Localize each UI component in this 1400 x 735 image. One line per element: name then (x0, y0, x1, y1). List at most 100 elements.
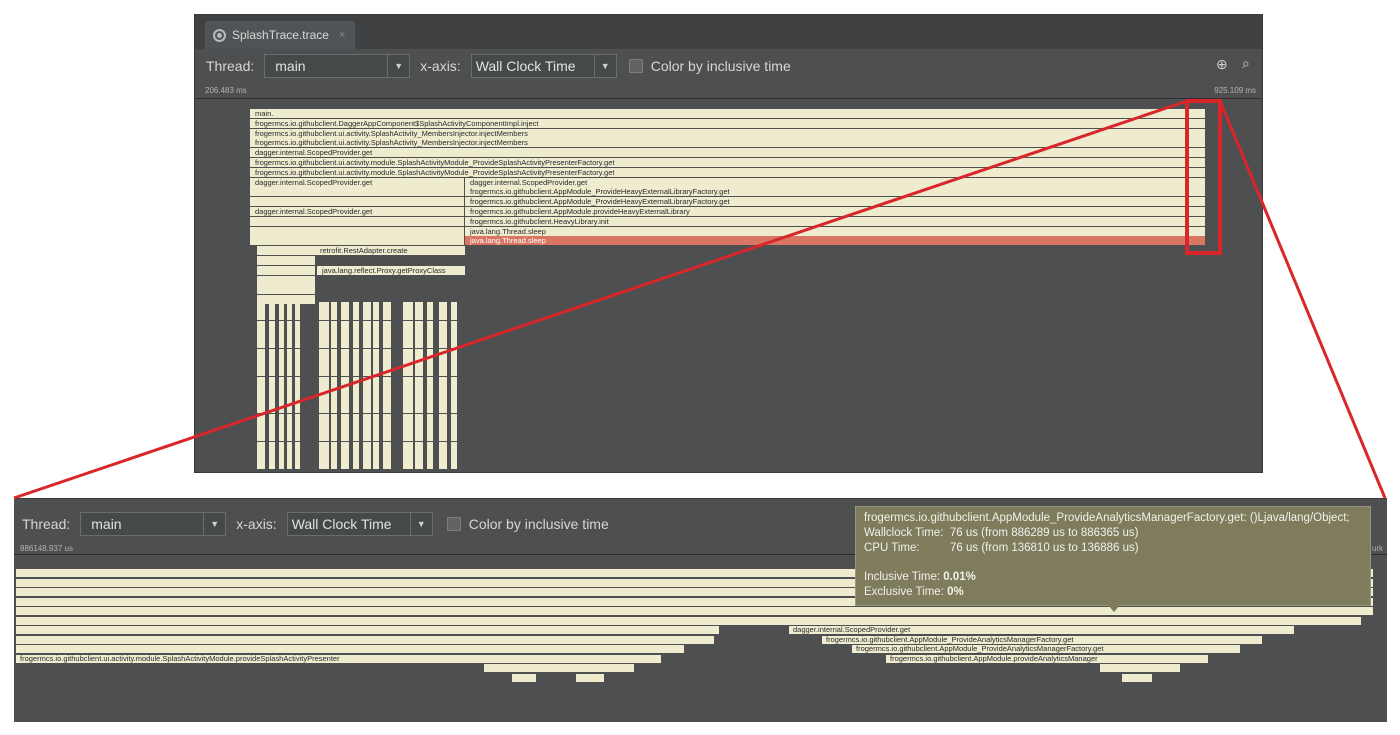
trace-method-bar[interactable] (363, 348, 371, 358)
trace-method-bar[interactable] (415, 432, 423, 442)
trace-method-bar[interactable] (363, 451, 371, 461)
trace-method-bar[interactable] (403, 441, 413, 451)
trace-method-bar[interactable] (427, 395, 433, 405)
trace-method-bar[interactable] (373, 451, 379, 461)
trace-method-bar[interactable] (451, 451, 457, 461)
trace-method-bar[interactable] (257, 295, 315, 305)
thread-select[interactable]: main ▼ (264, 54, 411, 78)
trace-method-bar[interactable] (269, 395, 275, 405)
color-inclusive-checkbox[interactable] (446, 517, 461, 531)
trace-method-bar[interactable] (415, 329, 423, 339)
trace-method-bar[interactable] (353, 441, 359, 451)
trace-method-bar[interactable] (319, 432, 329, 442)
trace-method-bar[interactable] (341, 432, 349, 442)
trace-method-bar[interactable] (439, 395, 447, 405)
trace-method-bar[interactable]: java.lang.Thread.sleep (465, 236, 1205, 246)
trace-method-bar[interactable]: frogermcs.io.githubclient.ui.activity.mo… (250, 167, 1205, 177)
trace-method-bar[interactable] (439, 329, 447, 339)
trace-method-bar[interactable] (427, 311, 433, 321)
trace-method-bar[interactable] (403, 432, 413, 442)
trace-method-bar[interactable] (403, 311, 413, 321)
trace-method-bar[interactable] (319, 423, 329, 433)
trace-method-bar[interactable] (451, 413, 457, 423)
trace-method-bar[interactable] (363, 460, 371, 470)
trace-method-bar[interactable] (403, 367, 413, 377)
trace-method-bar[interactable] (373, 460, 379, 470)
trace-method-bar[interactable] (383, 423, 391, 433)
trace-method-bar[interactable] (257, 311, 265, 321)
zoomed-method-bar[interactable]: frogermcs.io.githubclient.AppModule.prov… (886, 654, 1208, 663)
trace-method-bar[interactable] (331, 339, 337, 349)
trace-method-bar[interactable] (279, 395, 284, 405)
trace-method-bar[interactable] (373, 357, 379, 367)
trace-method-bar[interactable] (403, 413, 413, 423)
trace-method-bar[interactable] (269, 376, 275, 386)
trace-method-bar[interactable] (331, 451, 337, 461)
trace-method-bar[interactable] (363, 302, 371, 312)
trace-method-bar[interactable] (439, 339, 447, 349)
trace-method-bar[interactable] (295, 339, 300, 349)
trace-method-bar[interactable] (269, 423, 275, 433)
trace-method-bar[interactable] (250, 236, 464, 246)
trace-method-bar[interactable] (295, 376, 300, 386)
trace-method-bar[interactable] (279, 413, 284, 423)
trace-method-bar[interactable]: frogermcs.io.githubclient.ui.activity.Sp… (250, 138, 1205, 148)
trace-method-bar[interactable] (319, 413, 329, 423)
zoomed-method-bar[interactable] (16, 607, 1373, 615)
trace-method-bar[interactable] (363, 311, 371, 321)
trace-method-bar[interactable] (287, 413, 292, 423)
trace-method-bar[interactable] (287, 311, 292, 321)
trace-method-bar[interactable] (257, 320, 265, 330)
trace-method-bar[interactable] (373, 367, 379, 377)
trace-method-bar[interactable] (373, 329, 379, 339)
zoomed-method-bar[interactable] (16, 645, 684, 653)
trace-method-bar[interactable] (269, 413, 275, 423)
trace-method-bar[interactable] (341, 404, 349, 414)
trace-method-bar[interactable] (439, 413, 447, 423)
trace-method-bar[interactable]: frogermcs.io.githubclient.ui.activity.mo… (250, 158, 1205, 167)
trace-method-bar[interactable] (415, 460, 423, 470)
trace-method-bar[interactable] (341, 385, 349, 395)
zoomed-method-bar[interactable] (16, 635, 714, 644)
trace-method-bar[interactable] (319, 441, 329, 451)
trace-method-bar[interactable] (415, 451, 423, 461)
trace-method-bar[interactable] (353, 460, 359, 470)
trace-method-bar[interactable] (287, 376, 292, 386)
trace-method-bar[interactable] (439, 357, 447, 367)
trace-method-bar[interactable] (353, 413, 359, 423)
trace-method-bar[interactable] (295, 404, 300, 414)
trace-method-bar[interactable] (373, 376, 379, 386)
tab-splash-trace[interactable]: SplashTrace.trace × (205, 21, 356, 49)
trace-method-bar[interactable] (427, 367, 433, 377)
trace-method-bar[interactable] (373, 441, 379, 451)
trace-method-bar[interactable] (295, 432, 300, 442)
trace-method-bar[interactable] (331, 348, 337, 358)
trace-method-bar[interactable] (295, 357, 300, 367)
trace-method-bar[interactable] (363, 376, 371, 386)
trace-method-bar[interactable] (331, 320, 337, 330)
trace-method-bar[interactable] (319, 451, 329, 461)
trace-method-bar[interactable] (403, 357, 413, 367)
trace-method-bar[interactable]: main. (250, 109, 1205, 118)
trace-method-bar[interactable] (279, 311, 284, 321)
trace-method-bar[interactable] (257, 265, 315, 275)
trace-method-bar[interactable] (341, 339, 349, 349)
trace-method-bar[interactable] (439, 302, 447, 312)
trace-method-bar[interactable] (331, 423, 337, 433)
trace-method-bar[interactable] (341, 302, 349, 312)
trace-method-bar[interactable]: frogermcs.io.githubclient.AppModule_Prov… (465, 197, 1205, 207)
trace-method-bar[interactable] (403, 423, 413, 433)
trace-method-bar[interactable]: java.lang.reflect.Proxy.getProxyClass (317, 265, 465, 275)
trace-method-bar[interactable] (295, 329, 300, 339)
trace-method-bar[interactable] (250, 187, 464, 197)
trace-method-bar[interactable] (295, 460, 300, 470)
trace-method-bar[interactable] (257, 451, 265, 461)
trace-method-bar[interactable] (415, 385, 423, 395)
trace-method-bar[interactable] (269, 348, 275, 358)
trace-method-bar[interactable] (383, 329, 391, 339)
trace-method-bar[interactable] (451, 404, 457, 414)
trace-method-bar[interactable] (415, 320, 423, 330)
trace-method-bar[interactable] (373, 432, 379, 442)
trace-method-bar[interactable] (451, 320, 457, 330)
xaxis-select[interactable]: Wall Clock Time ▼ (470, 54, 617, 78)
